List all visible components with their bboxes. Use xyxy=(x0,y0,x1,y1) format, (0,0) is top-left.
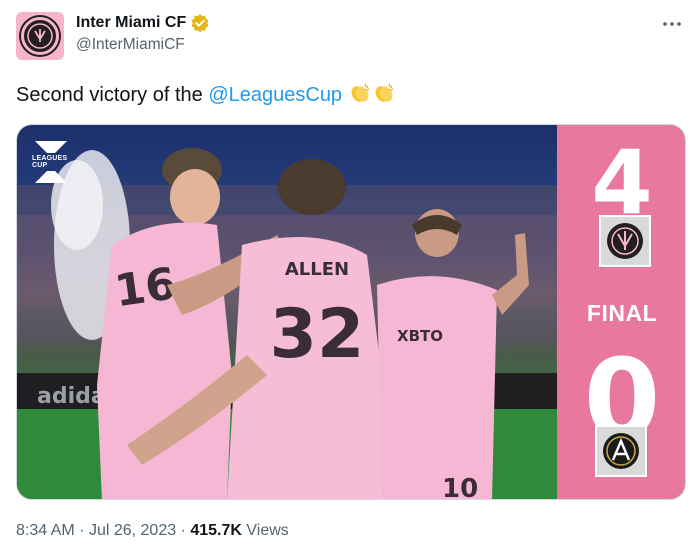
more-options-icon[interactable] xyxy=(660,12,684,36)
views-label: Views xyxy=(246,522,289,539)
inter-miami-crest-icon xyxy=(599,215,651,267)
tweet-time[interactable]: 8:34 AM xyxy=(16,522,75,539)
photo-illustration: adidas 16 ALLEN 32 XBTO 10 xyxy=(17,148,557,500)
atlanta-united-crest-icon xyxy=(595,425,647,477)
tweet-meta: 8:34 AM · Jul 26, 2023 · 415.7K Views xyxy=(16,522,289,540)
jersey-name: ALLEN xyxy=(285,259,349,280)
clapping-hands-icon xyxy=(348,82,372,111)
tweet-text: Second victory of the @LeaguesCup xyxy=(16,82,396,111)
mention-link[interactable]: @LeaguesCup xyxy=(208,84,342,106)
tweet-text-body: Second victory of the xyxy=(16,84,209,106)
sponsor-text: XBTO xyxy=(397,327,443,345)
inter-miami-logo-icon xyxy=(21,17,59,55)
author-handle[interactable]: @InterMiamiCF xyxy=(76,36,185,54)
views-count[interactable]: 415.7K xyxy=(190,522,242,539)
celebration-photo: adidas 16 ALLEN 32 XBTO 10 LEAGUES CUP xyxy=(17,125,557,500)
verified-badge-icon xyxy=(190,13,210,33)
author-name-row[interactable]: Inter Miami CF xyxy=(76,13,210,33)
avatar[interactable] xyxy=(16,12,64,60)
jersey-number-bottom: 10 xyxy=(442,474,478,500)
meta-separator: · xyxy=(180,522,186,539)
leagues-cup-logo-text: LEAGUES CUP xyxy=(32,155,68,169)
scoreboard: 4 FINAL 0 xyxy=(557,125,685,499)
leagues-cup-logo: LEAGUES CUP xyxy=(31,139,71,185)
jersey-number-front: 32 xyxy=(270,295,365,374)
display-name[interactable]: Inter Miami CF xyxy=(76,14,186,32)
tweet-date[interactable]: Jul 26, 2023 xyxy=(89,522,176,539)
match-status: FINAL xyxy=(586,300,658,326)
clapping-hands-icon xyxy=(372,82,396,111)
tweet-media[interactable]: adidas 16 ALLEN 32 XBTO 10 LEAGUES CUP 4… xyxy=(16,124,686,500)
meta-separator: · xyxy=(79,522,85,539)
